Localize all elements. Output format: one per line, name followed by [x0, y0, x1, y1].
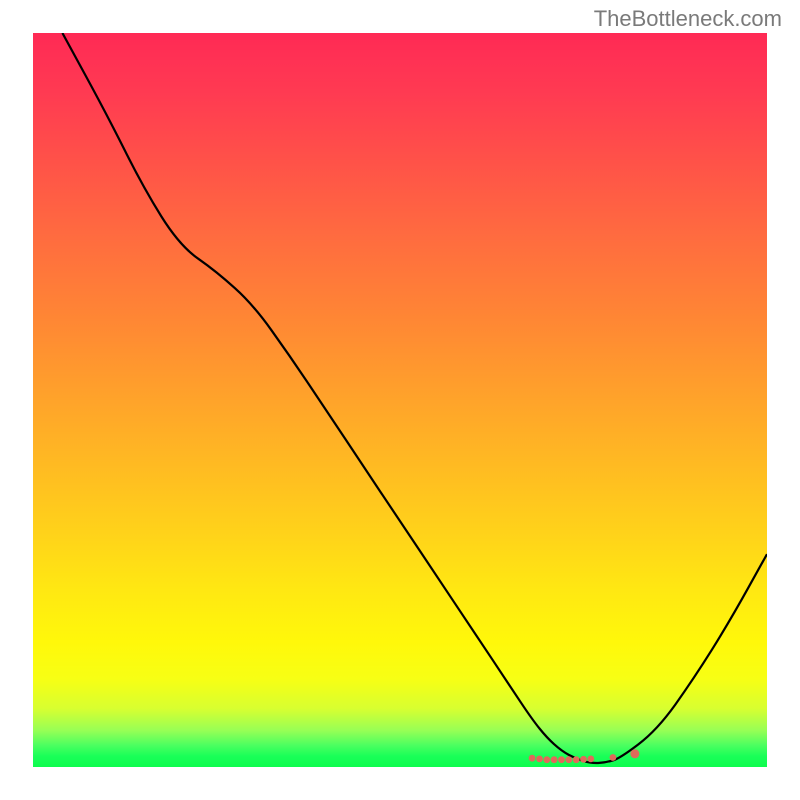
- watermark-text: TheBottleneck.com: [594, 6, 782, 32]
- marker-dot: [630, 749, 639, 758]
- marker-dot: [536, 756, 543, 763]
- marker-dot: [529, 755, 536, 762]
- marker-dot: [565, 756, 572, 763]
- chart-markers-layer: [33, 33, 767, 767]
- marker-dot: [610, 754, 617, 761]
- chart-plot-area: [33, 33, 767, 767]
- marker-dots-group: [529, 749, 640, 763]
- marker-dot: [551, 756, 558, 763]
- marker-dot: [558, 756, 565, 763]
- marker-dot: [573, 756, 580, 763]
- marker-dot: [543, 756, 550, 763]
- marker-dot: [580, 756, 587, 763]
- marker-dot: [587, 756, 594, 763]
